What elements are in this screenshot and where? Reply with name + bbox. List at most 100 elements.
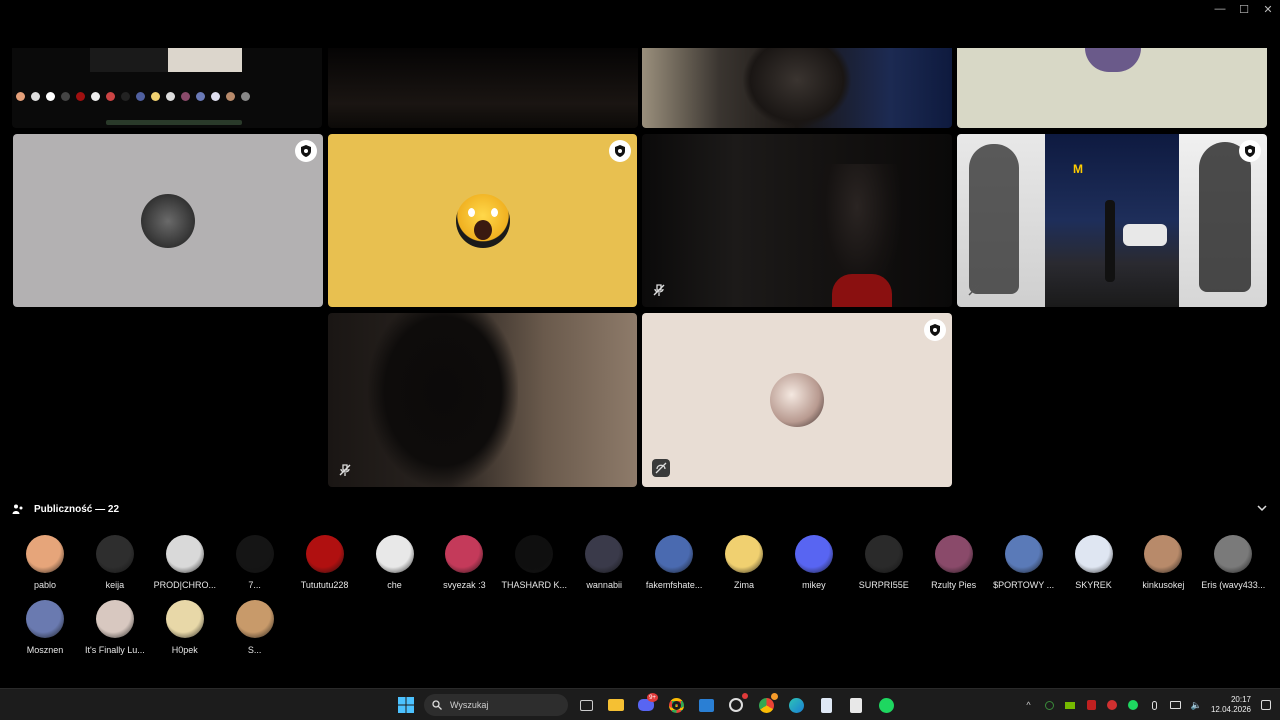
video-tile-camera-dark[interactable] [328, 48, 638, 128]
chrome-icon-2[interactable] [754, 693, 778, 717]
red-cloud-shirt [832, 274, 892, 307]
spotify-icon[interactable] [874, 693, 898, 717]
photos-icon[interactable] [694, 693, 718, 717]
person-silhouette [368, 313, 518, 487]
avatar [165, 600, 204, 638]
avatar [794, 535, 833, 573]
tray-app-icon[interactable] [1043, 699, 1056, 712]
volume-icon[interactable]: 🔈 [1190, 699, 1203, 712]
shield-icon [1239, 140, 1261, 162]
file-explorer-icon[interactable] [604, 693, 628, 717]
video-tile-camera-masked[interactable] [328, 313, 637, 487]
screenshare-taskbar [106, 120, 242, 125]
system-tray: ^ 🔈 20:17 12.04.2026 [1022, 693, 1272, 717]
minimize-button[interactable]: — [1208, 0, 1232, 18]
microphone-icon[interactable] [1148, 699, 1161, 712]
audience-member[interactable]: S... [220, 600, 290, 655]
edge-icon[interactable] [784, 693, 808, 717]
member-name: Zima [734, 580, 754, 590]
app-icon[interactable] [724, 693, 748, 717]
audience-member[interactable]: Eris (wavy433... [1198, 535, 1268, 590]
member-name: $PORTOWY ... [993, 580, 1055, 590]
shield-icon [924, 319, 946, 341]
audience-member[interactable]: It's Finally Lu... [80, 600, 150, 655]
chevron-up-icon[interactable]: ^ [1022, 699, 1035, 712]
member-name: che [387, 580, 402, 590]
taskbar-apps: Wyszukaj 9+ [394, 693, 898, 717]
audience-member[interactable]: H0pek [150, 600, 220, 655]
audience-member[interactable]: wannabii [569, 535, 639, 590]
member-name: H0pek [171, 645, 198, 655]
audience-member[interactable]: PROD|CHRO... [150, 535, 220, 590]
spotify-tray-icon[interactable] [1127, 699, 1140, 712]
taskbar-search[interactable]: Wyszukaj [424, 694, 568, 716]
tray-app-icon-2[interactable] [1106, 699, 1119, 712]
audience-member[interactable]: $PORTOWY ... [989, 535, 1059, 590]
close-button[interactable]: ✕ [1256, 0, 1280, 18]
avatar [585, 535, 624, 573]
video-tile-avatar-grey[interactable] [13, 134, 323, 307]
video-tile-avatar-yellow[interactable] [328, 134, 637, 307]
audience-title: Publiczność — 22 [34, 503, 120, 515]
task-view-icon[interactable] [574, 693, 598, 717]
chevron-down-icon[interactable] [1256, 502, 1268, 514]
member-name: Eris (wavy433... [1201, 580, 1266, 590]
audience-member[interactable]: Rzulty Pies [919, 535, 989, 590]
video-tile-camera-window[interactable] [642, 48, 952, 128]
audience-member[interactable]: mikey [779, 535, 849, 590]
search-icon [432, 700, 442, 710]
audience-member[interactable]: fakemfshate... [639, 535, 709, 590]
notifications-icon[interactable] [1259, 699, 1272, 712]
person-silhouette [742, 48, 852, 128]
audience-member[interactable]: keija [80, 535, 150, 590]
notepad-icon[interactable] [814, 693, 838, 717]
member-name: fakemfshate... [645, 580, 703, 590]
audience-member[interactable]: 7... [220, 535, 290, 590]
audience-member[interactable]: SKYREK [1059, 535, 1129, 590]
member-name: wannabii [586, 580, 622, 590]
video-tile-screenshare[interactable] [12, 48, 322, 128]
network-icon[interactable] [1169, 699, 1182, 712]
avatar [655, 535, 694, 573]
audience-member[interactable]: kinkusokej [1128, 535, 1198, 590]
manga-panel-left [957, 134, 1045, 307]
audience-member[interactable]: pablo [10, 535, 80, 590]
video-tile-image[interactable] [957, 48, 1267, 128]
audience-member[interactable]: Zima [709, 535, 779, 590]
audience-member[interactable]: Mosznen [10, 600, 80, 655]
audience-member[interactable]: che [360, 535, 430, 590]
discord-icon[interactable]: 9+ [634, 693, 658, 717]
video-tile-camera-hooded[interactable] [642, 134, 952, 307]
avatar [26, 535, 64, 573]
member-name: svyezak :3 [443, 580, 486, 590]
screenshare-icons [16, 84, 316, 108]
audience-member[interactable]: Tutututu228 [290, 535, 360, 590]
user-avatar [141, 193, 195, 248]
scream-emoji-avatar [455, 193, 510, 248]
video-tile-avatar-beige[interactable] [642, 313, 952, 487]
deafened-icon [652, 459, 670, 477]
nvidia-icon[interactable] [1064, 699, 1077, 712]
audience-member[interactable]: THASHARD K... [499, 535, 569, 590]
avatar [1144, 535, 1183, 573]
screenshare-window [90, 48, 168, 72]
discord-badge: 9+ [647, 693, 658, 702]
tray-app-icon-red[interactable] [1085, 699, 1098, 712]
audience-member[interactable]: svyezak :3 [429, 535, 499, 590]
calculator-icon[interactable] [844, 693, 868, 717]
avatar [375, 535, 414, 573]
windows-start-icon[interactable] [394, 693, 418, 717]
clock[interactable]: 20:17 12.04.2026 [1211, 695, 1251, 715]
window-controls: — ☐ ✕ [1208, 0, 1280, 18]
audience-member[interactable]: SURPRI55E [849, 535, 919, 590]
avatar [95, 535, 134, 573]
chrome-icon[interactable] [664, 693, 688, 717]
avatar-partial [1085, 48, 1141, 72]
maximize-button[interactable]: ☐ [1232, 0, 1256, 18]
member-name: Rzulty Pies [931, 580, 977, 590]
video-tile-manga[interactable]: M [957, 134, 1267, 307]
avatar [165, 535, 204, 573]
search-placeholder: Wyszukaj [450, 700, 489, 710]
avatar [725, 535, 763, 573]
member-name: S... [247, 645, 262, 655]
